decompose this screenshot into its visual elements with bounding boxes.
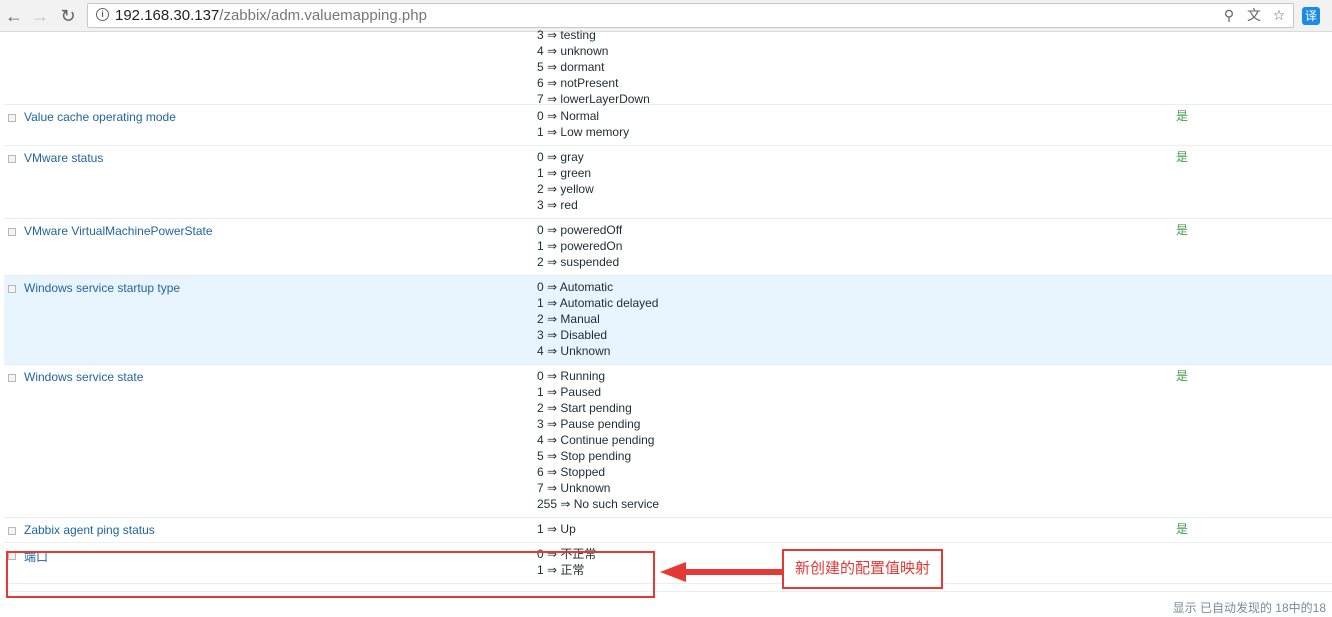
row-checkbox[interactable] xyxy=(8,374,16,382)
mapping-entry: 3 ⇒ Disabled xyxy=(537,328,608,342)
in-use-indicator: 是 xyxy=(1176,369,1189,383)
zoom-icon[interactable]: ⚲ xyxy=(1221,7,1237,23)
reload-icon[interactable]: ↻ xyxy=(58,6,78,26)
row-checkbox[interactable] xyxy=(8,114,16,122)
back-arrow-icon[interactable]: ← xyxy=(4,6,24,26)
url-text: 192.168.30.137/zabbix/adm.valuemapping.p… xyxy=(115,7,427,24)
annotation-highlight-box xyxy=(6,551,655,598)
in-use-indicator: 是 xyxy=(1176,150,1189,164)
value-map-name-link[interactable]: Value cache operating mode xyxy=(24,110,176,124)
mapping-entry: 4 ⇒ Continue pending xyxy=(537,433,655,447)
mapping-entry: 6 ⇒ notPresent xyxy=(537,76,619,90)
mapping-entry: 4 ⇒ unknown xyxy=(537,44,609,58)
info-icon[interactable]: i xyxy=(96,8,109,21)
bookmark-star-icon[interactable]: ☆ xyxy=(1271,7,1287,23)
mapping-entry: 0 ⇒ Normal xyxy=(537,109,600,123)
mapping-entry: 6 ⇒ Stopped xyxy=(537,465,606,479)
mapping-entry: 2 ⇒ suspended xyxy=(537,255,620,269)
translate-extension-icon[interactable]: 译 xyxy=(1302,7,1320,25)
row-checkbox[interactable] xyxy=(8,155,16,163)
in-use-indicator: 是 xyxy=(1176,223,1189,237)
mapping-entry: 2 ⇒ Start pending xyxy=(537,401,632,415)
value-map-mappings: 1 ⇒ Up xyxy=(537,521,576,537)
mapping-entry: 5 ⇒ dormant xyxy=(537,60,605,74)
in-use-indicator: 是 xyxy=(1176,522,1189,536)
value-map-mappings: 0 ⇒ Running 1 ⇒ Paused 2 ⇒ Start pending 3 … xyxy=(537,368,659,512)
mapping-entry: 0 ⇒ Running xyxy=(537,369,606,383)
mapping-entry: 5 ⇒ Stop pending xyxy=(537,449,632,463)
row-checkbox[interactable] xyxy=(8,228,16,236)
forward-arrow-icon[interactable]: → xyxy=(30,6,50,26)
table-row: Value cache operating mode 0 ⇒ Normal 1 ⇒ … xyxy=(4,105,1332,146)
in-use-indicator: 是 xyxy=(1176,109,1189,123)
mapping-entry: 1 ⇒ Paused xyxy=(537,385,602,399)
mapping-entry: 2 ⇒ yellow xyxy=(537,182,594,196)
mapping-entry: 1 ⇒ poweredOn xyxy=(537,239,623,253)
translate-page-icon[interactable]: 文 xyxy=(1246,7,1262,23)
table-row: Zabbix agent ping status 1 ⇒ Up 是 xyxy=(4,518,1332,543)
value-map-name-link[interactable]: Windows service startup type xyxy=(24,281,180,295)
mapping-entry: 0 ⇒ Automatic xyxy=(537,280,614,294)
mapping-entry: 1 ⇒ Up xyxy=(537,522,576,536)
annotation-callout: 新创建的配置值映射 xyxy=(782,549,943,589)
value-mapping-table: 3 ⇒ testing 4 ⇒ unknown 5 ⇒ dormant 6 ⇒ not… xyxy=(4,28,1332,584)
table-row: Windows service state 0 ⇒ Running 1 ⇒ Paus… xyxy=(4,365,1332,518)
value-map-name-link[interactable]: VMware VirtualMachinePowerState xyxy=(24,224,213,238)
row-checkbox[interactable] xyxy=(8,527,16,535)
mapping-entry: 1 ⇒ Low memory xyxy=(537,125,630,139)
value-map-name-link[interactable]: Zabbix agent ping status xyxy=(24,523,155,537)
value-map-mappings: 3 ⇒ testing 4 ⇒ unknown 5 ⇒ dormant 6 ⇒ not… xyxy=(537,27,650,107)
value-map-mappings: 0 ⇒ gray 1 ⇒ green 2 ⇒ yellow 3 ⇒ red xyxy=(537,149,594,213)
value-map-mappings: 0 ⇒ Normal 1 ⇒ Low memory xyxy=(537,108,629,140)
table-row: VMware status 0 ⇒ gray 1 ⇒ green 2 ⇒ yellow… xyxy=(4,146,1332,219)
mapping-entry: 0 ⇒ poweredOff xyxy=(537,223,623,237)
value-map-mappings: 0 ⇒ Automatic 1 ⇒ Automatic delayed 2 ⇒ Ma… xyxy=(537,279,658,359)
mapping-entry: 3 ⇒ testing xyxy=(537,28,596,42)
row-checkbox[interactable] xyxy=(8,285,16,293)
mapping-entry: 1 ⇒ green xyxy=(537,166,592,180)
mapping-entry: 0 ⇒ gray xyxy=(537,150,584,164)
mapping-entry: 4 ⇒ Unknown xyxy=(537,344,611,358)
table-row: Windows service startup type 0 ⇒ Automati… xyxy=(4,276,1332,365)
value-map-name-link[interactable]: Windows service state xyxy=(24,370,143,384)
mapping-entry: 2 ⇒ Manual xyxy=(537,312,600,326)
mapping-entry: 7 ⇒ Unknown xyxy=(537,481,611,495)
mapping-entry: 3 ⇒ red xyxy=(537,198,578,212)
mapping-entry: 3 ⇒ Pause pending xyxy=(537,417,641,431)
table-row: VMware VirtualMachinePowerState 0 ⇒ power… xyxy=(4,219,1332,276)
annotation-arrow xyxy=(660,562,782,582)
value-map-mappings: 0 ⇒ poweredOff 1 ⇒ poweredOn 2 ⇒ suspended xyxy=(537,222,622,270)
value-map-name-link[interactable]: VMware status xyxy=(24,151,103,165)
mapping-entry: 1 ⇒ Automatic delayed xyxy=(537,296,659,310)
mapping-entry: 255 ⇒ No such service xyxy=(537,497,660,511)
table-footer-count: 显示 已自动发现的 18中的18 xyxy=(1172,601,1326,615)
table-row: 3 ⇒ testing 4 ⇒ unknown 5 ⇒ dormant 6 ⇒ not… xyxy=(4,24,1332,107)
